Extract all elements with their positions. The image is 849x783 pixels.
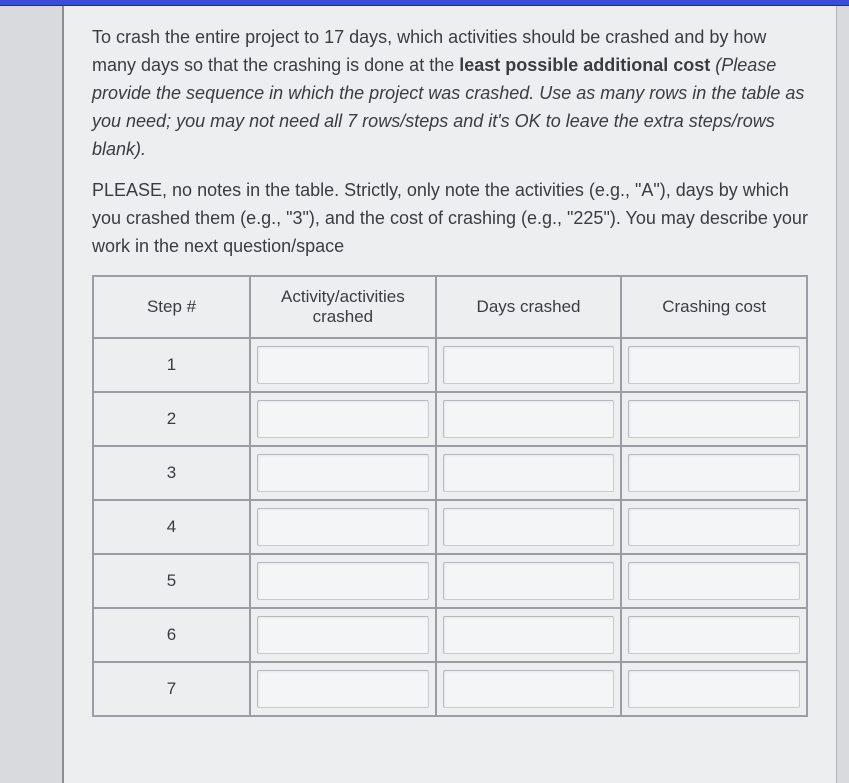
table-row: 3 — [93, 446, 807, 500]
activity-cell — [250, 608, 436, 662]
activity-cell — [250, 554, 436, 608]
question-paragraph-2: PLEASE, no notes in the table. Strictly,… — [92, 177, 808, 261]
viewport: To crash the entire project to 17 days, … — [0, 0, 849, 783]
table-header-row: Step # Activity/activities crashed Days … — [93, 276, 807, 338]
days-input[interactable] — [443, 508, 615, 546]
days-cell — [436, 662, 622, 716]
activity-input[interactable] — [257, 670, 429, 708]
days-cell — [436, 392, 622, 446]
days-cell — [436, 500, 622, 554]
step-number-cell: 4 — [93, 500, 250, 554]
days-input[interactable] — [443, 670, 615, 708]
days-input[interactable] — [443, 454, 615, 492]
cost-cell — [621, 608, 807, 662]
table-row: 5 — [93, 554, 807, 608]
days-input[interactable] — [443, 616, 615, 654]
activity-cell — [250, 662, 436, 716]
cost-cell — [621, 662, 807, 716]
question-paragraph-1: To crash the entire project to 17 days, … — [92, 24, 808, 163]
days-cell — [436, 338, 622, 392]
activity-cell — [250, 392, 436, 446]
table-row: 2 — [93, 392, 807, 446]
cost-input[interactable] — [628, 508, 800, 546]
cost-cell — [621, 392, 807, 446]
crash-table: Step # Activity/activities crashed Days … — [92, 275, 808, 717]
cost-input[interactable] — [628, 400, 800, 438]
q1-text-bold: least possible additional cost — [459, 55, 710, 75]
activity-input[interactable] — [257, 508, 429, 546]
step-number-cell: 2 — [93, 392, 250, 446]
cost-input[interactable] — [628, 670, 800, 708]
activity-input[interactable] — [257, 616, 429, 654]
days-cell — [436, 554, 622, 608]
cost-input[interactable] — [628, 562, 800, 600]
cost-cell — [621, 446, 807, 500]
days-cell — [436, 446, 622, 500]
col-cost: Crashing cost — [621, 276, 807, 338]
activity-cell — [250, 500, 436, 554]
col-activity: Activity/activities crashed — [250, 276, 436, 338]
cost-cell — [621, 500, 807, 554]
days-input[interactable] — [443, 562, 615, 600]
step-number-cell: 7 — [93, 662, 250, 716]
step-number-cell: 3 — [93, 446, 250, 500]
table-row: 4 — [93, 500, 807, 554]
cost-cell — [621, 554, 807, 608]
table-row: 6 — [93, 608, 807, 662]
step-number-cell: 1 — [93, 338, 250, 392]
document-page: To crash the entire project to 17 days, … — [62, 6, 837, 783]
activity-cell — [250, 446, 436, 500]
cost-input[interactable] — [628, 346, 800, 384]
table-row: 7 — [93, 662, 807, 716]
table-body: 1234567 — [93, 338, 807, 716]
days-cell — [436, 608, 622, 662]
activity-input[interactable] — [257, 454, 429, 492]
step-number-cell: 5 — [93, 554, 250, 608]
cost-input[interactable] — [628, 616, 800, 654]
activity-input[interactable] — [257, 562, 429, 600]
days-input[interactable] — [443, 400, 615, 438]
days-input[interactable] — [443, 346, 615, 384]
activity-cell — [250, 338, 436, 392]
col-step: Step # — [93, 276, 250, 338]
table-row: 1 — [93, 338, 807, 392]
step-number-cell: 6 — [93, 608, 250, 662]
activity-input[interactable] — [257, 346, 429, 384]
cost-cell — [621, 338, 807, 392]
col-days: Days crashed — [436, 276, 622, 338]
activity-input[interactable] — [257, 400, 429, 438]
cost-input[interactable] — [628, 454, 800, 492]
